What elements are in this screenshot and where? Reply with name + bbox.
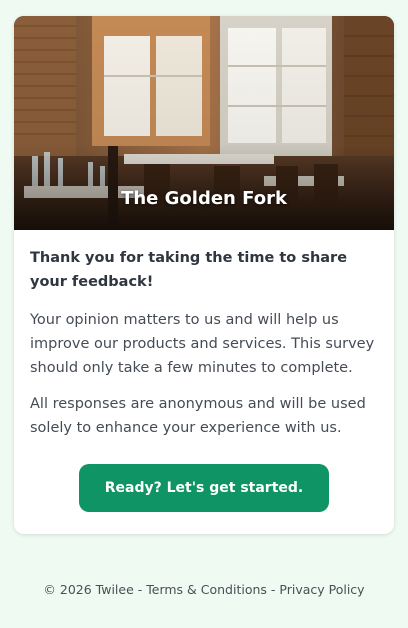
page-footer: © 2026 Twilee - Terms & Conditions - Pri… <box>0 582 408 597</box>
welcome-card: The Golden Fork Thank you for taking the… <box>14 16 394 534</box>
footer-separator: - <box>266 582 280 597</box>
thank-you-heading: Thank you for taking the time to share y… <box>30 250 348 290</box>
footer-separator: - <box>133 582 147 597</box>
privacy-link[interactable]: Privacy Policy <box>279 582 364 597</box>
intro-content: Thank you for taking the time to share y… <box>14 230 394 512</box>
restaurant-hero-image: The Golden Fork <box>14 16 394 230</box>
start-survey-button[interactable]: Ready? Let's get started. <box>79 464 329 512</box>
start-button-container: Ready? Let's get started. <box>30 464 378 512</box>
restaurant-name: The Golden Fork <box>121 188 287 209</box>
anonymity-paragraph: All responses are anonymous and will be … <box>30 396 366 436</box>
copyright-text: © 2026 Twilee <box>43 582 134 597</box>
terms-link[interactable]: Terms & Conditions <box>146 582 267 597</box>
intro-paragraph: Your opinion matters to us and will help… <box>30 312 375 376</box>
